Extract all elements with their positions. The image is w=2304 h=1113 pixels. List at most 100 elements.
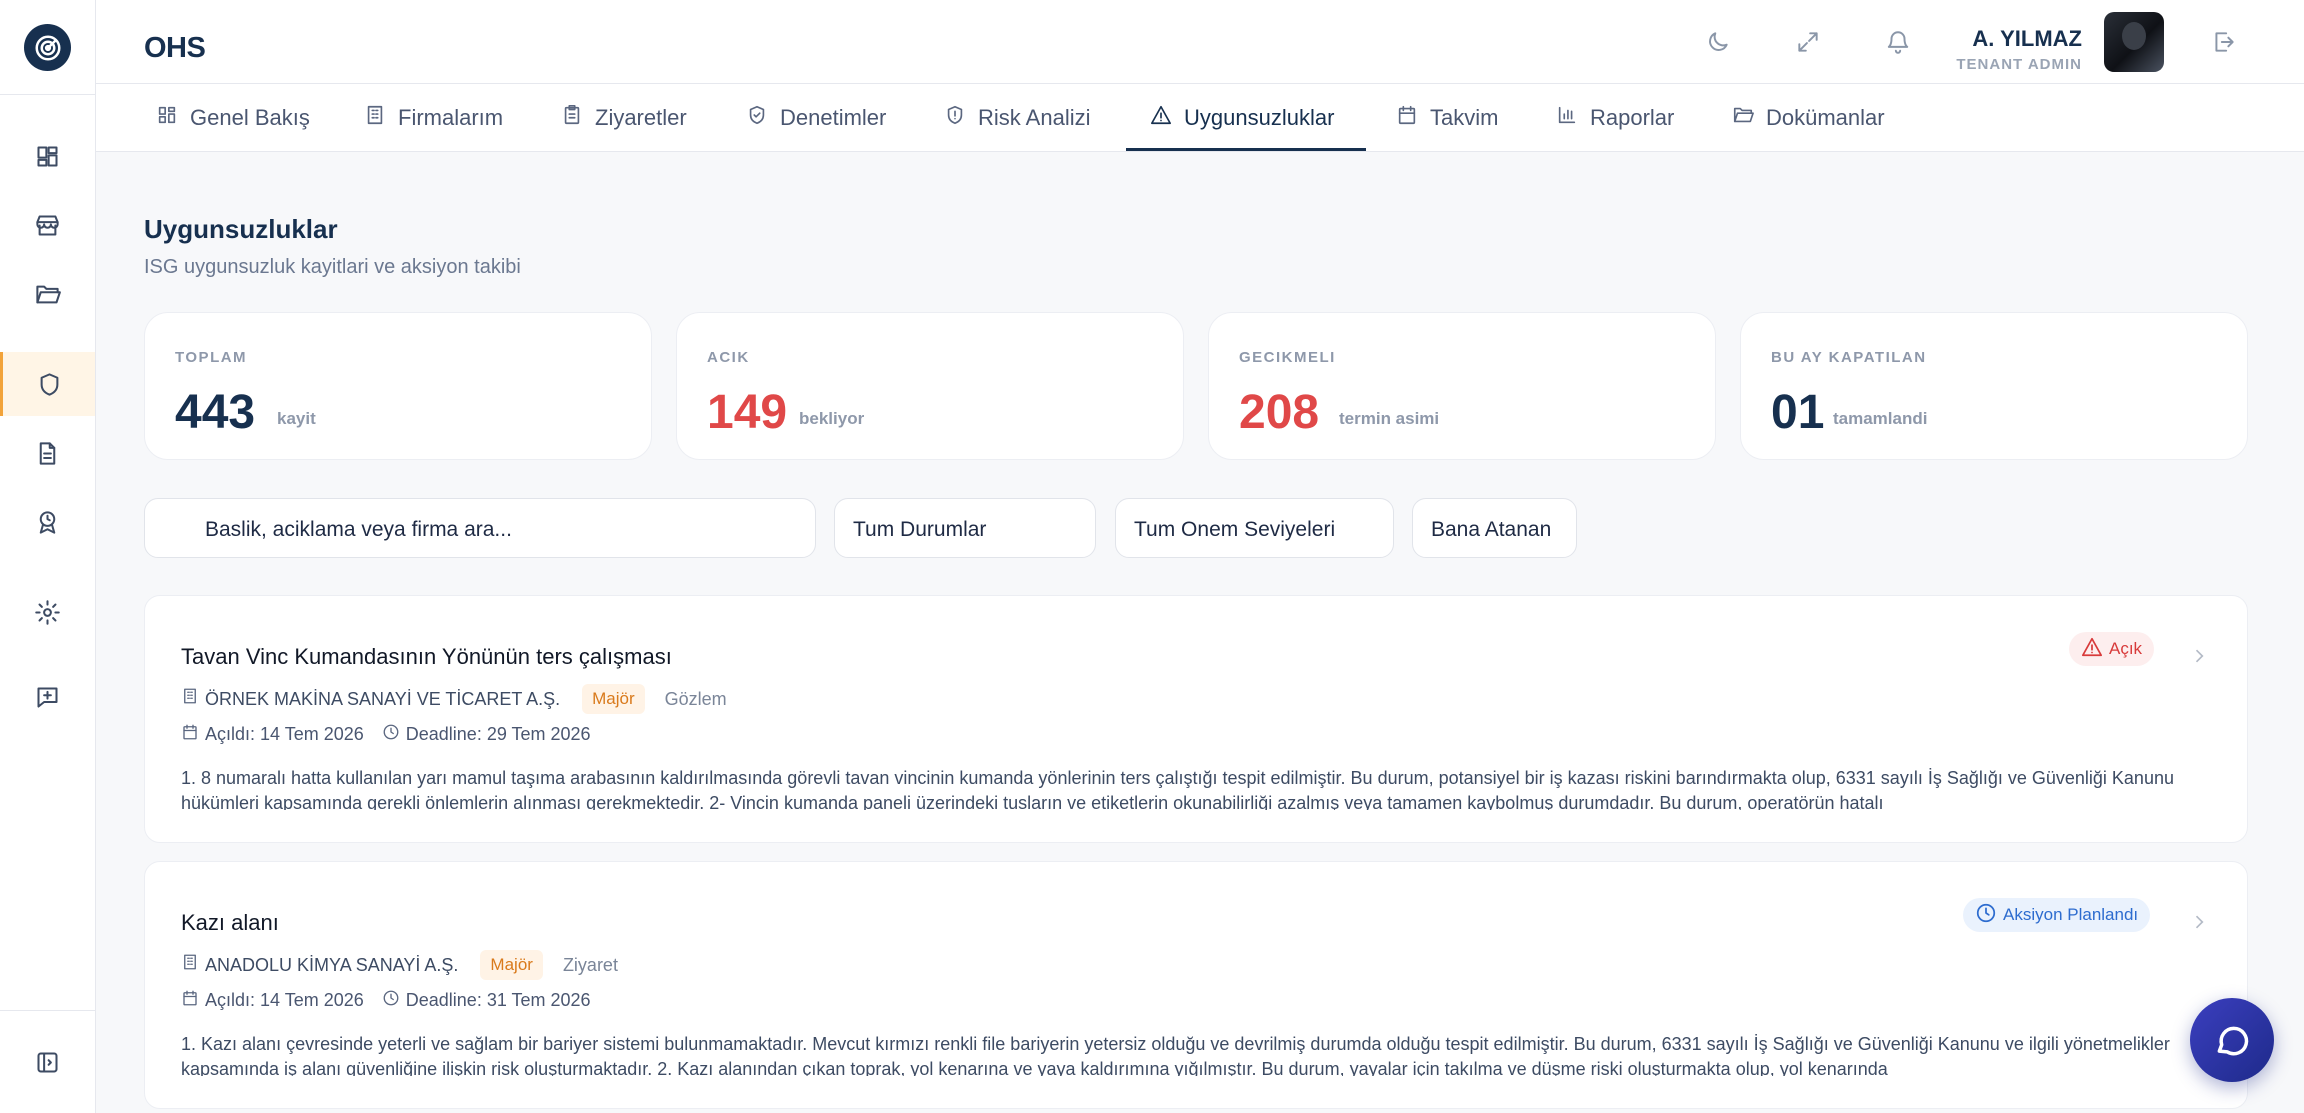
- chat-add-icon: [37, 686, 58, 708]
- clock-icon: [1976, 903, 1996, 923]
- stat-label: GECIKMELI: [1239, 349, 1336, 366]
- record-deadline: Deadline: 29 Tem 2026: [405, 724, 591, 744]
- stat-label: ACIK: [707, 349, 750, 366]
- tab-label: Genel Bakış: [190, 104, 310, 130]
- stat-unit: termin asimi: [1339, 409, 1440, 428]
- tab-label: Denetimler: [780, 104, 887, 130]
- tab-risk-analizi[interactable]: Risk Analizi: [944, 84, 1090, 151]
- logout-button[interactable]: [2206, 24, 2242, 60]
- sidebar-item-document[interactable]: [0, 421, 95, 485]
- search-placeholder: Baslik, aciklama veya firma ara...: [205, 518, 512, 541]
- record-description: 1. 8 numaralı hatta kullanılan yarı mamu…: [181, 768, 2174, 810]
- record-card[interactable]: Kazı alanı ANADOLU KİMYA SANAYİ A.Ş. Maj…: [144, 861, 2248, 1109]
- tab-ziyaretler[interactable]: Ziyaretler: [561, 84, 687, 151]
- page-title: Uygunsuzluklar: [144, 214, 338, 244]
- fullscreen-button[interactable]: [1790, 24, 1826, 60]
- chevron-right-icon[interactable]: [2189, 912, 2209, 932]
- expand-icon: [1798, 32, 1818, 52]
- record-company: ÖRNEK MAKİNA SANAYİ VE TİCARET A.Ş.: [205, 688, 561, 709]
- building-icon: [367, 105, 383, 124]
- target-icon: [35, 35, 60, 60]
- tab-uygunsuzluklar[interactable]: Uygunsuzluklar: [1150, 84, 1334, 151]
- building-icon: [184, 954, 196, 970]
- sidebar-item-settings[interactable]: [0, 580, 95, 644]
- sidebar-toggle-icon: [37, 1051, 58, 1073]
- tab-raporlar[interactable]: Raporlar: [1556, 84, 1674, 151]
- stat-value: 443: [175, 386, 256, 439]
- sidebar-item-folder[interactable]: [0, 262, 95, 326]
- severity-select-value: Tum Onem Seviyeleri: [1134, 518, 1336, 541]
- document-icon: [39, 441, 56, 465]
- chevron-right-icon[interactable]: [2189, 646, 2209, 666]
- tab-takvim[interactable]: Takvim: [1396, 84, 1498, 151]
- user-name: A. YILMAZ: [1972, 26, 2082, 51]
- sidebar-item-store[interactable]: [0, 193, 95, 257]
- record-opened: Açıldı: 14 Tem 2026: [205, 990, 364, 1010]
- sidebar-item-award[interactable]: [0, 490, 95, 554]
- logout-icon: [2215, 32, 2234, 52]
- warning-icon: [2081, 637, 2103, 657]
- folder-icon: [36, 285, 61, 303]
- record-dates: Açıldı: 14 Tem 2026 Deadline: 29 Tem 202…: [181, 724, 591, 745]
- active-tab-indicator: [1126, 148, 1366, 151]
- record-opened: Açıldı: 14 Tem 2026: [205, 724, 364, 744]
- warning-icon: [1151, 105, 1171, 124]
- severity-badge: Majör: [480, 950, 543, 980]
- tab-label: Dokümanlar: [1766, 104, 1885, 130]
- building-icon: [184, 688, 196, 704]
- calendar-icon: [1398, 105, 1416, 124]
- sidebar-toggle-button[interactable]: [0, 1030, 95, 1094]
- shield-alert-icon: [947, 105, 963, 124]
- sidebar-item-shield[interactable]: [0, 352, 95, 416]
- sidebar-item-dashboard[interactable]: [0, 124, 95, 188]
- shield-icon: [40, 372, 58, 396]
- award-icon: [39, 510, 56, 534]
- sidebar-item-chat[interactable]: [0, 665, 95, 729]
- avatar[interactable]: [2104, 12, 2164, 72]
- status-select-value: Tum Durumlar: [853, 518, 987, 541]
- stat-value: 208: [1239, 386, 1320, 439]
- status-label: Aksiyon Planlandı: [2003, 905, 2139, 924]
- record-meta: ÖRNEK MAKİNA SANAYİ VE TİCARET A.Ş. Majö…: [181, 684, 727, 714]
- tab-label: Raporlar: [1590, 104, 1675, 130]
- record-description: 1. Kazı alanı çevresinde yeterli ve sağl…: [181, 1034, 2170, 1076]
- settings-icon: [35, 599, 60, 625]
- app-logo[interactable]: [24, 24, 71, 71]
- status-badge: Aksiyon Planlandı: [1963, 898, 2151, 932]
- store-icon: [36, 214, 59, 236]
- record-source: Gözlem: [664, 688, 727, 709]
- clock-icon: [383, 990, 399, 1005]
- status-badge: Açık: [2069, 632, 2155, 666]
- tab-label: Takvim: [1430, 104, 1499, 130]
- page-subtitle: ISG uygunsuzluk kayitlari ve aksiyon tak…: [144, 256, 521, 278]
- sidebar: [0, 0, 96, 1113]
- tab-dokumanlar[interactable]: Dokümanlar: [1732, 84, 1885, 151]
- record-source: Ziyaret: [562, 954, 618, 975]
- stat-label: BU AY KAPATILAN: [1771, 349, 1927, 366]
- tab-firmalarim[interactable]: Firmalarım: [364, 84, 503, 151]
- severity-select[interactable]: Tum Onem Seviyeleri: [1115, 498, 1394, 558]
- chat-support-button[interactable]: [2190, 998, 2274, 1082]
- tab-label: Risk Analizi: [978, 104, 1091, 130]
- assigned-to-me-label: Bana Atanan: [1431, 518, 1552, 541]
- sidebar-divider-bottom: [0, 1010, 95, 1011]
- tab-genel-bakis[interactable]: Genel Bakış: [156, 84, 310, 151]
- assigned-to-me-button[interactable]: Bana Atanan: [1412, 498, 1577, 558]
- shield-check-icon: [749, 105, 765, 124]
- stat-card-open: ACIK 149 bekliyor: [676, 312, 1184, 460]
- calendar-icon: [183, 724, 197, 739]
- search-input[interactable]: Baslik, aciklama veya firma ara...: [144, 498, 816, 558]
- status-select[interactable]: Tum Durumlar: [834, 498, 1096, 558]
- record-card[interactable]: Tavan Vinc Kumandasının Yönünün ters çal…: [144, 595, 2248, 843]
- tab-denetimler[interactable]: Denetimler: [746, 84, 886, 151]
- folder-open-icon: [1733, 107, 1754, 122]
- stat-unit: kayit: [277, 409, 316, 428]
- tab-label: Firmalarım: [398, 104, 504, 130]
- notifications-button[interactable]: [1880, 24, 1916, 60]
- sidebar-divider: [0, 94, 95, 95]
- moon-icon: [1709, 32, 1728, 51]
- bar-chart-icon: [1558, 106, 1576, 123]
- tab-bar: Genel Bakış Firmalarım Ziyaretler Deneti…: [96, 84, 2304, 152]
- dashboard-icon: [37, 145, 58, 167]
- theme-toggle-button[interactable]: [1700, 24, 1736, 60]
